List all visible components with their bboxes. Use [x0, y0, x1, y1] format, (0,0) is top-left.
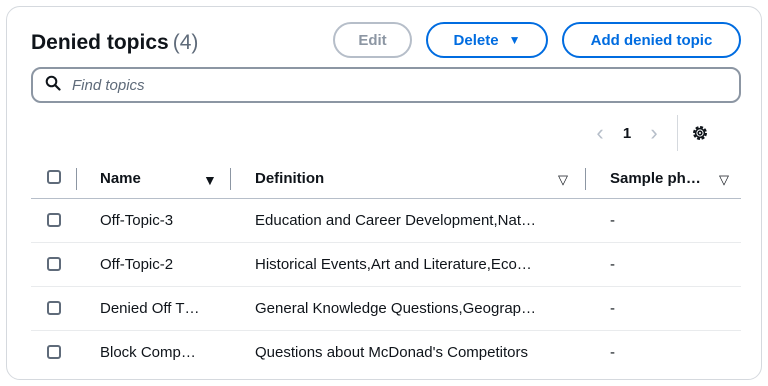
topic-sample-phrases: - [610, 344, 615, 361]
table-header-row: Name ▼ Definition ▽ Sample ph… ▽ [31, 159, 741, 199]
column-divider[interactable] [585, 168, 586, 190]
add-denied-topic-button[interactable]: Add denied topic [562, 22, 741, 58]
column-divider [76, 168, 77, 190]
chevron-left-icon[interactable]: ‹ [587, 120, 613, 146]
row-checkbox[interactable] [47, 345, 61, 359]
edit-button-label: Edit [358, 31, 387, 49]
topic-name[interactable]: Block Comp… [100, 344, 196, 361]
topic-definition: Questions about McDonad's Competitors [255, 344, 528, 361]
topic-count: (4) [172, 31, 199, 54]
table-row[interactable]: Denied Off T… General Knowledge Question… [31, 287, 741, 331]
gear-icon[interactable] [690, 123, 710, 143]
edit-button[interactable]: Edit [333, 22, 412, 58]
topic-name[interactable]: Off-Topic-2 [100, 256, 173, 273]
topic-definition: Historical Events,Art and Literature,Eco… [255, 256, 532, 273]
column-header-sample-phrases[interactable]: Sample ph… [610, 170, 701, 187]
topic-definition: Education and Career Development,Nat… [255, 212, 536, 229]
sort-desc-filled-icon[interactable]: ▼ [203, 172, 217, 188]
denied-topics-panel: Denied topics (4) Edit Delete ▼ Add denie… [6, 6, 762, 380]
column-header-name[interactable]: Name [100, 170, 141, 187]
page-title: Denied topics (4) [31, 31, 198, 55]
table-row[interactable]: Off-Topic-2 Historical Events,Art and Li… [31, 243, 741, 287]
topic-sample-phrases: - [610, 212, 615, 229]
pagination: ‹ 1 › [587, 115, 710, 151]
row-checkbox[interactable] [47, 213, 61, 227]
pager-divider [677, 115, 678, 151]
row-checkbox[interactable] [47, 301, 61, 315]
topic-sample-phrases: - [610, 256, 615, 273]
column-divider[interactable] [230, 168, 231, 190]
sort-outline-icon[interactable]: ▽ [558, 172, 568, 188]
delete-button-label: Delete [453, 31, 499, 49]
table-row[interactable]: Off-Topic-3 Education and Career Develop… [31, 199, 741, 243]
search-field[interactable] [31, 67, 741, 103]
chevron-right-icon[interactable]: › [641, 120, 667, 146]
topic-name[interactable]: Off-Topic-3 [100, 212, 173, 229]
row-checkbox[interactable] [47, 257, 61, 271]
title-text: Denied topics [31, 31, 169, 54]
sort-outline-icon[interactable]: ▽ [719, 172, 729, 188]
topic-definition: General Knowledge Questions,Geograp… [255, 300, 537, 317]
topic-name[interactable]: Denied Off T… [100, 300, 200, 317]
column-header-definition[interactable]: Definition [255, 170, 324, 187]
select-all-checkbox[interactable] [47, 170, 61, 184]
page-number[interactable]: 1 [613, 125, 641, 142]
search-icon [45, 75, 61, 96]
caret-down-icon: ▼ [508, 33, 521, 47]
delete-button[interactable]: Delete ▼ [426, 22, 548, 58]
topic-sample-phrases: - [610, 300, 615, 317]
add-button-label: Add denied topic [590, 31, 713, 49]
topics-table: Name ▼ Definition ▽ Sample ph… ▽ Off-Top… [31, 159, 741, 375]
search-input[interactable] [70, 75, 694, 95]
table-row[interactable]: Block Comp… Questions about McDonad's Co… [31, 331, 741, 375]
